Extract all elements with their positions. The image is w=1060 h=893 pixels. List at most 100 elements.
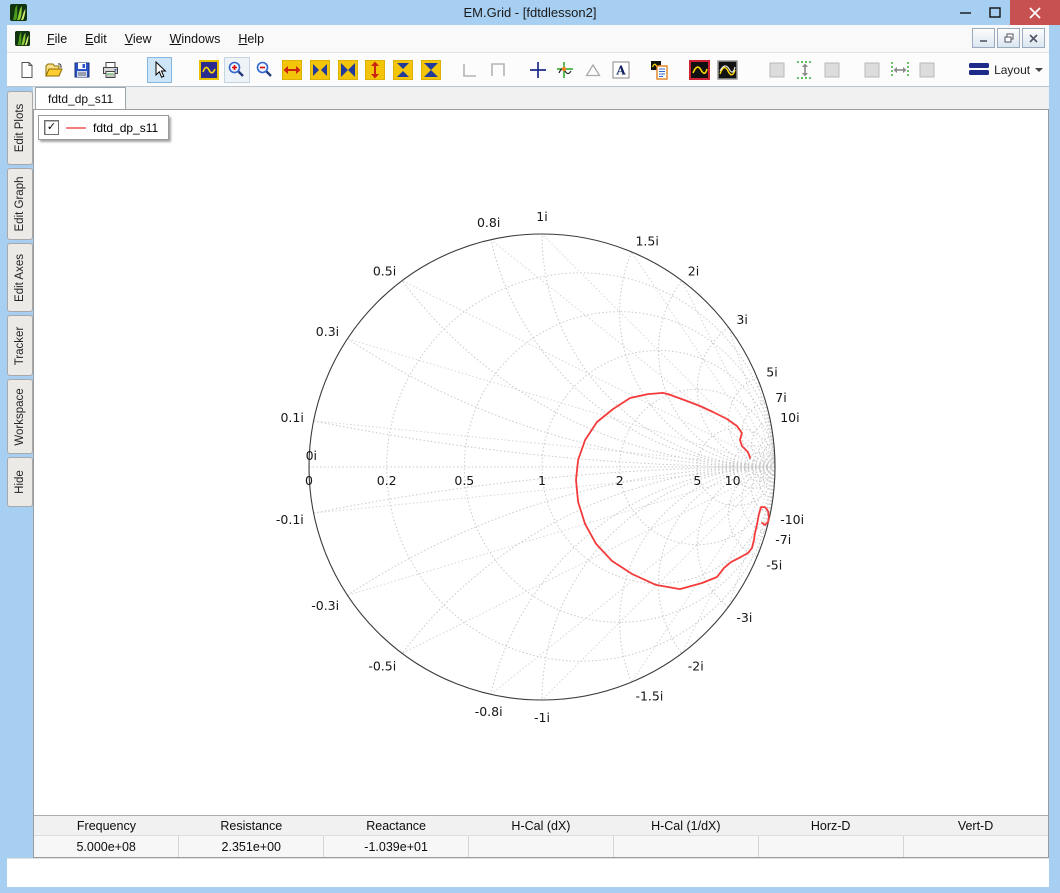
svg-text:-1i: -1i xyxy=(534,710,550,725)
expand-horizontal-button[interactable] xyxy=(279,57,305,83)
fit-vertical-button xyxy=(792,57,818,83)
svg-text:0i: 0i xyxy=(306,448,317,463)
workspace: Edit Plots Edit Graph Edit Axes Tracker … xyxy=(7,87,1049,858)
legend-series-label: fdtd_dp_s11 xyxy=(93,121,158,135)
app-window: EM.Grid - [fdtdlesson2] File Edit V xyxy=(0,0,1060,893)
top-bracket-icon xyxy=(489,61,507,79)
sidebar-item-edit-graph[interactable]: Edit Graph xyxy=(7,168,33,240)
new-file-icon xyxy=(18,61,36,79)
close-button[interactable] xyxy=(1010,0,1060,25)
zoom-out-icon xyxy=(255,60,274,79)
zoom-out-button[interactable] xyxy=(252,57,278,83)
red-wave-icon xyxy=(689,60,710,80)
plot-container: 00.20.5125100i0.1i0.3i0.5i0.8i1i1.5i2i3i… xyxy=(33,109,1049,858)
smith-chart[interactable]: 00.20.5125100i0.1i0.3i0.5i0.8i1i1.5i2i3i… xyxy=(34,110,1050,824)
print-button[interactable] xyxy=(97,57,123,83)
zoom-in-button[interactable] xyxy=(224,57,250,83)
sidebar-item-hide[interactable]: Hide xyxy=(7,457,33,507)
minimize-icon xyxy=(960,7,971,18)
svg-text:10: 10 xyxy=(725,473,741,488)
titlebar[interactable]: EM.Grid - [fdtdlesson2] xyxy=(0,0,1060,25)
mdi-minimize-icon xyxy=(979,34,988,43)
svg-text:-10i: -10i xyxy=(780,512,804,527)
fit-horizontal-right-button xyxy=(915,57,941,83)
expand-vertical-button[interactable] xyxy=(362,57,388,83)
sidebar-item-workspace[interactable]: Workspace xyxy=(7,379,33,454)
plot-legend: ✓ fdtd_dp_s11 xyxy=(38,115,169,140)
overlay-plots-button[interactable] xyxy=(715,57,741,83)
triangle-icon xyxy=(585,63,601,77)
plot-window-button[interactable] xyxy=(687,57,713,83)
fit-horizontal-left-button xyxy=(859,57,885,83)
mirror-horizontal-button[interactable] xyxy=(335,57,361,83)
crosshair-button[interactable] xyxy=(525,57,551,83)
shrink-horizontal-button[interactable] xyxy=(307,57,333,83)
legend-checkbox[interactable]: ✓ xyxy=(44,120,59,135)
svg-text:-1.5i: -1.5i xyxy=(635,688,663,703)
plot-report-icon xyxy=(650,60,670,80)
menu-edit[interactable]: Edit xyxy=(76,28,116,50)
svg-text:1.5i: 1.5i xyxy=(635,234,658,249)
text-a-icon: A xyxy=(612,61,630,79)
disabled-box-icon xyxy=(864,62,880,78)
mirror-horizontal-icon xyxy=(338,60,358,80)
svg-text:3i: 3i xyxy=(736,312,747,327)
menu-view[interactable]: View xyxy=(116,28,161,50)
mdi-close-button[interactable] xyxy=(1022,28,1045,48)
svg-text:0.1i: 0.1i xyxy=(280,410,303,425)
svg-text:2i: 2i xyxy=(688,264,699,279)
open-file-button[interactable] xyxy=(42,57,68,83)
sidebar-item-edit-plots[interactable]: Edit Plots xyxy=(7,91,33,165)
save-button[interactable] xyxy=(69,57,95,83)
svg-text:A: A xyxy=(615,63,626,77)
shrink-horizontal-icon xyxy=(310,60,330,80)
checkbox-check-icon: ✓ xyxy=(47,122,56,133)
sidebar-item-tracker[interactable]: Tracker xyxy=(7,315,33,376)
mdi-minimize-button[interactable] xyxy=(972,28,995,48)
shrink-vertical-button[interactable] xyxy=(390,57,416,83)
svg-text:0: 0 xyxy=(305,473,313,488)
svg-text:5: 5 xyxy=(693,473,701,488)
maximize-button[interactable] xyxy=(980,0,1010,25)
tracker-crosshair-icon xyxy=(555,60,575,80)
plot-report-button[interactable] xyxy=(647,57,673,83)
svg-text:7i: 7i xyxy=(775,390,786,405)
zoom-in-icon xyxy=(227,60,246,79)
select-cursor-button[interactable] xyxy=(147,57,173,83)
menu-help[interactable]: Help xyxy=(229,28,273,50)
svg-text:0.3i: 0.3i xyxy=(316,324,339,339)
svg-text:0.5: 0.5 xyxy=(454,473,474,488)
sidebar-item-edit-axes[interactable]: Edit Axes xyxy=(7,243,33,312)
save-floppy-icon xyxy=(73,61,91,79)
text-label-button[interactable]: A xyxy=(608,57,634,83)
menu-file[interactable]: File xyxy=(38,28,76,50)
status-column-value xyxy=(469,836,614,858)
tab-fdtd-dp-s11[interactable]: fdtd_dp_s11 xyxy=(35,87,126,109)
fit-plot-button[interactable] xyxy=(196,57,222,83)
fit-vertical-icon xyxy=(796,60,814,80)
close-icon xyxy=(1029,7,1041,19)
svg-text:-2i: -2i xyxy=(688,658,704,673)
toolbar: A xyxy=(7,53,1049,87)
mirror-vertical-button[interactable] xyxy=(418,57,444,83)
new-file-button[interactable] xyxy=(14,57,40,83)
svg-text:-5i: -5i xyxy=(766,557,782,572)
plot-wave-icon xyxy=(199,60,219,80)
tracker-button[interactable] xyxy=(552,57,578,83)
fit-vertical-right-button xyxy=(820,57,846,83)
status-column-value xyxy=(903,836,1048,858)
shrink-vertical-icon xyxy=(393,60,413,80)
disabled-box-icon xyxy=(769,62,785,78)
cursor-icon xyxy=(151,61,167,79)
trace-fdtd_dp_s11 xyxy=(576,393,769,589)
plot-area[interactable]: 00.20.5125100i0.1i0.3i0.5i0.8i1i1.5i2i3i… xyxy=(34,110,1048,815)
svg-text:-0.1i: -0.1i xyxy=(276,512,304,527)
svg-text:-0.5i: -0.5i xyxy=(368,658,396,673)
minimize-button[interactable] xyxy=(950,0,980,25)
layout-dropdown-button[interactable]: Layout xyxy=(963,60,1049,80)
svg-text:1i: 1i xyxy=(536,209,547,224)
svg-text:-0.8i: -0.8i xyxy=(475,704,503,719)
menu-windows[interactable]: Windows xyxy=(161,28,230,50)
status-column-value: -1.039e+01 xyxy=(324,836,469,858)
mdi-restore-button[interactable] xyxy=(997,28,1020,48)
